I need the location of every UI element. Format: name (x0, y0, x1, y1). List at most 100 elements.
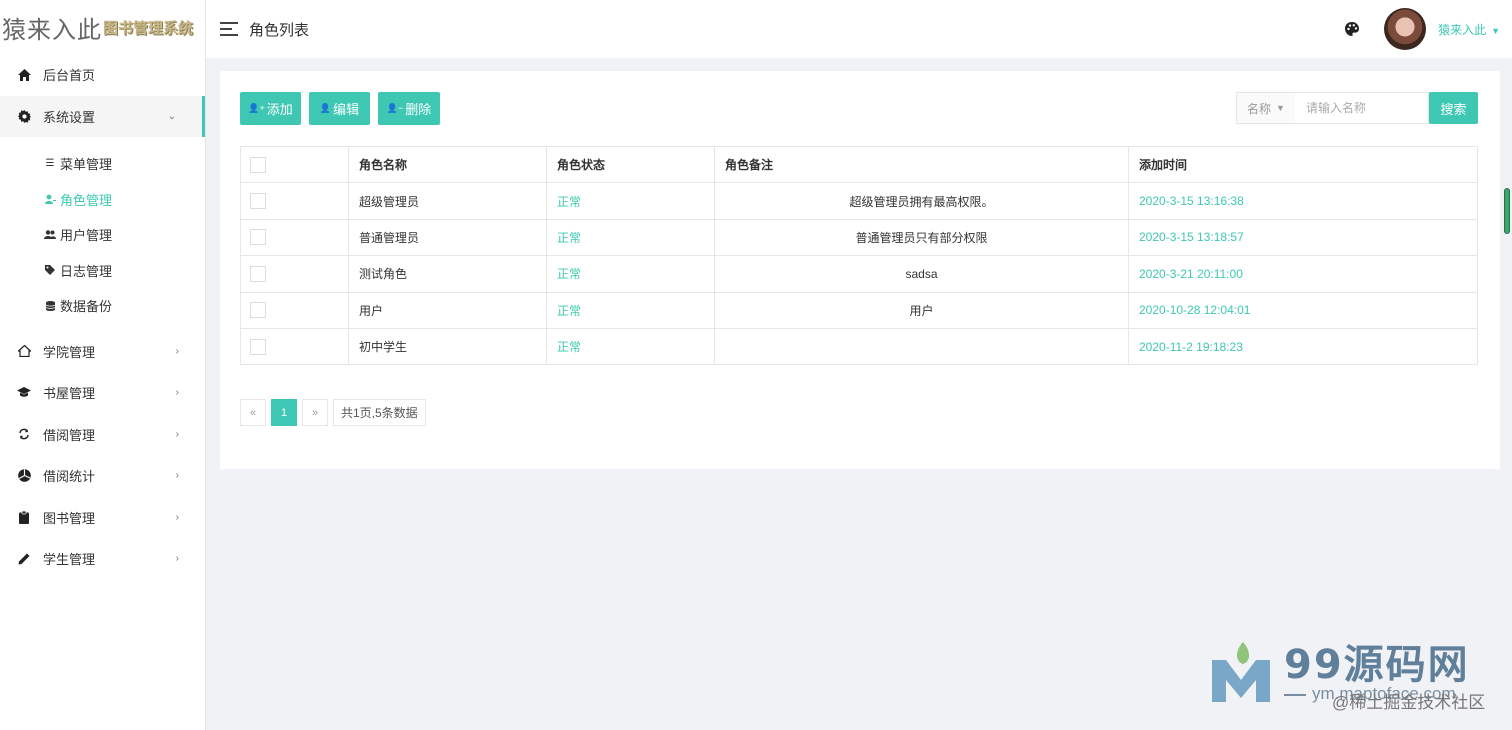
sidebar-item-college-management[interactable]: 学院管理 › (0, 331, 205, 373)
watermark-credit: @稀土掘金技术社区 (1332, 693, 1486, 712)
sidebar-item-label: 系统设置 (43, 109, 96, 125)
user-edit-icon: 👤 (319, 103, 332, 113)
menu-toggle-icon[interactable] (220, 22, 238, 36)
tag-icon (44, 265, 56, 276)
sidebar-menu: 后台首页 系统设置 ⌄ ☰ 菜单管理 角色管理 用户管理 日志管理 数据备份 学… (0, 54, 205, 580)
sidebar: 猿来入此 图书管理系统 后台首页 系统设置 ⌄ ☰ 菜单管理 角色管理 用户管理… (0, 0, 206, 730)
logo: 猿来入此 图书管理系统 (0, 0, 205, 54)
pagination: « 1 » 共1页,5条数据 (240, 399, 431, 426)
role-name-cell: 超级管理员 (348, 182, 547, 220)
role-remark-cell: 普通管理员只有部分权限 (714, 218, 1129, 257)
table-row[interactable]: 初中学生 正常 2020-11-2 19:18:23 (240, 327, 1478, 366)
top-header: 角色列表 猿来入此 ▼ (206, 0, 1512, 58)
column-header: 添加时间 (1128, 145, 1478, 184)
database-icon (44, 300, 56, 311)
row-checkbox[interactable] (250, 302, 266, 319)
sidebar-item-label: 数据备份 (60, 299, 113, 315)
table-header-row: 角色名称 角色状态 角色备注 添加时间 (240, 145, 1478, 184)
row-checkbox[interactable] (250, 229, 266, 246)
role-name-cell: 初中学生 (348, 327, 547, 366)
home-icon (17, 68, 31, 82)
sidebar-item-label: 书屋管理 (43, 386, 96, 402)
chevron-down-icon: ⌄ (167, 110, 176, 122)
chevron-right-icon: › (175, 470, 179, 482)
logo-title: 猿来入此 (2, 15, 102, 44)
search-input[interactable] (1295, 92, 1429, 124)
palette-icon[interactable] (1344, 21, 1360, 37)
select-all-checkbox[interactable] (250, 156, 266, 173)
row-checkbox[interactable] (250, 265, 266, 282)
sidebar-item-borrow-statistics[interactable]: 借阅统计 › (0, 455, 205, 497)
pencil-icon (17, 552, 31, 566)
role-remark-cell: 超级管理员拥有最高权限。 (714, 182, 1129, 220)
sidebar-item-log-management[interactable]: 日志管理 (0, 253, 205, 289)
role-list-card: 👤+添加 👤编辑 👤−删除 名称▼ 搜索 角色名称 角色状态 角色备注 添加时间… (220, 71, 1500, 469)
watermark: 99源码网 ym.maptoface.com @稀土掘金技术社区 (1212, 624, 1502, 724)
role-status-cell: 正常 (546, 218, 715, 257)
column-header: 角色状态 (546, 145, 715, 184)
sidebar-item-menu-management[interactable]: ☰ 菜单管理 (0, 146, 205, 182)
avatar[interactable] (1384, 8, 1427, 50)
row-checkbox[interactable] (250, 193, 266, 210)
table-row[interactable]: 用户 正常 用户 2020-10-28 12:04:01 (240, 291, 1478, 329)
sidebar-item-bookhouse-management[interactable]: 书屋管理 › (0, 372, 205, 414)
sidebar-item-student-management[interactable]: 学生管理 › (0, 538, 205, 580)
role-time-cell: 2020-10-28 12:04:01 (1128, 291, 1478, 329)
caret-down-icon: ▼ (1276, 103, 1285, 113)
role-name-cell: 测试角色 (348, 255, 547, 293)
table-row[interactable]: 超级管理员 正常 超级管理员拥有最高权限。 2020-3-15 13:16:38 (240, 182, 1478, 220)
chevron-right-icon: › (175, 345, 179, 357)
role-remark-cell: sadsa (714, 255, 1129, 293)
sidebar-item-home[interactable]: 后台首页 (0, 54, 205, 96)
delete-button[interactable]: 👤− 删除 (378, 92, 440, 125)
row-checkbox[interactable] (250, 338, 266, 355)
role-status-cell: 正常 (546, 182, 715, 220)
role-remark-cell (714, 327, 1129, 366)
role-name-cell: 用户 (348, 291, 547, 329)
house-icon (17, 344, 31, 358)
chevron-right-icon: › (175, 553, 179, 565)
role-time-cell: 2020-3-15 13:16:38 (1128, 182, 1478, 220)
add-button[interactable]: 👤+ 添加 (240, 92, 301, 125)
prev-page-button[interactable]: « (240, 399, 266, 426)
refresh-icon (17, 427, 31, 441)
sidebar-item-user-management[interactable]: 用户管理 (0, 217, 205, 253)
chevron-right-icon: › (175, 428, 179, 440)
table-row[interactable]: 普通管理员 正常 普通管理员只有部分权限 2020-3-15 13:18:57 (240, 218, 1478, 257)
role-name-cell: 普通管理员 (348, 218, 547, 257)
role-table: 角色名称 角色状态 角色备注 添加时间 超级管理员 正常 超级管理员拥有最高权限… (240, 145, 1478, 366)
sidebar-item-label: 用户管理 (60, 228, 113, 244)
sidebar-item-label: 后台首页 (43, 68, 96, 84)
graduation-cap-icon (17, 386, 31, 400)
logo-subtitle: 图书管理系统 (103, 19, 194, 37)
table-row[interactable]: 测试角色 正常 sadsa 2020-3-21 20:11:00 (240, 255, 1478, 293)
search-button[interactable]: 搜索 (1429, 92, 1478, 124)
page-button-current[interactable]: 1 (271, 399, 297, 426)
gear-icon (17, 109, 31, 123)
pagination-info: 共1页,5条数据 (333, 399, 426, 426)
next-page-button[interactable]: » (302, 399, 328, 426)
user-role-icon (44, 194, 56, 205)
column-header: 角色名称 (348, 145, 547, 184)
sidebar-item-system-settings[interactable]: 系统设置 ⌄ (0, 95, 205, 137)
sidebar-item-label: 学生管理 (43, 552, 96, 568)
user-add-icon: 👤+ (248, 103, 265, 113)
users-icon (44, 230, 56, 240)
user-menu[interactable]: 猿来入此 ▼ (1438, 21, 1500, 38)
sidebar-item-label: 学院管理 (43, 344, 96, 360)
sidebar-item-label: 借阅管理 (43, 427, 96, 443)
clipboard-icon (17, 510, 31, 524)
sidebar-item-role-management[interactable]: 角色管理 (0, 182, 205, 218)
sidebar-item-data-backup[interactable]: 数据备份 (0, 288, 205, 324)
search-field-select[interactable]: 名称 ▼ (1236, 92, 1295, 124)
header-right: 猿来入此 ▼ (1344, 0, 1500, 58)
role-status-cell: 正常 (546, 255, 715, 293)
role-time-cell: 2020-3-21 20:11:00 (1128, 255, 1478, 293)
scrollbar-thumb[interactable] (1504, 188, 1510, 234)
edit-button[interactable]: 👤 编辑 (309, 92, 370, 125)
sidebar-item-book-management[interactable]: 图书管理 › (0, 497, 205, 539)
chevron-right-icon: › (175, 387, 179, 399)
sidebar-item-borrow-management[interactable]: 借阅管理 › (0, 414, 205, 456)
list-icon: ☰ (45, 158, 55, 170)
sidebar-item-label: 日志管理 (60, 263, 113, 279)
